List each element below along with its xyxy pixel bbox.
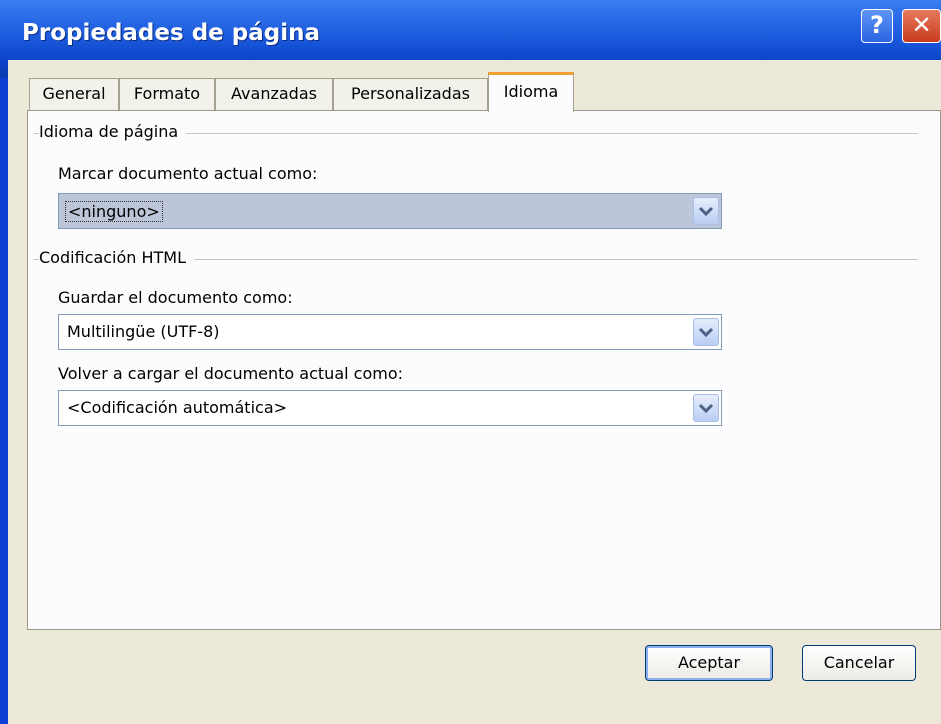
close-icon: ✕ [911,11,932,39]
tab-personalizadas[interactable]: Personalizadas [333,78,488,110]
chevron-down-icon[interactable] [693,394,719,422]
chevron-down-icon[interactable] [693,197,719,225]
reload-document-select[interactable]: <Codificación automática> [58,390,722,426]
mark-document-value: <ninguno> [65,201,163,222]
dialog-window: Propiedades de página ? ✕ General Format… [0,0,941,724]
save-document-value: Multilingüe (UTF-8) [67,322,220,341]
tab-avanzadas[interactable]: Avanzadas [215,78,333,110]
tab-formato[interactable]: Formato [119,78,215,110]
chevron-down-icon[interactable] [693,318,719,346]
mark-document-label: Marcar documento actual como: [58,164,318,183]
tab-strip: General Formato Avanzadas Personalizadas… [19,72,941,112]
tab-panel-idioma: Idioma de página Marcar documento actual… [27,110,941,630]
cancel-button[interactable]: Cancelar [802,645,916,681]
reload-document-value: <Codificación automática> [67,398,288,417]
help-icon: ? [870,11,884,39]
tab-general[interactable]: General [29,78,119,110]
ok-button[interactable]: Aceptar [645,645,773,681]
group-title-html-encoding: Codificación HTML [39,248,195,267]
mark-document-select[interactable]: <ninguno> [58,193,722,229]
save-document-label: Guardar el documento como: [58,288,293,307]
group-title-page-language: Idioma de página [39,122,187,141]
tab-idioma[interactable]: Idioma [488,72,574,112]
reload-document-label: Volver a cargar el documento actual como… [58,364,404,383]
window-title: Propiedades de página [22,20,320,46]
save-document-select[interactable]: Multilingüe (UTF-8) [58,314,722,350]
close-button[interactable]: ✕ [902,9,941,43]
help-button[interactable]: ? [861,9,893,43]
